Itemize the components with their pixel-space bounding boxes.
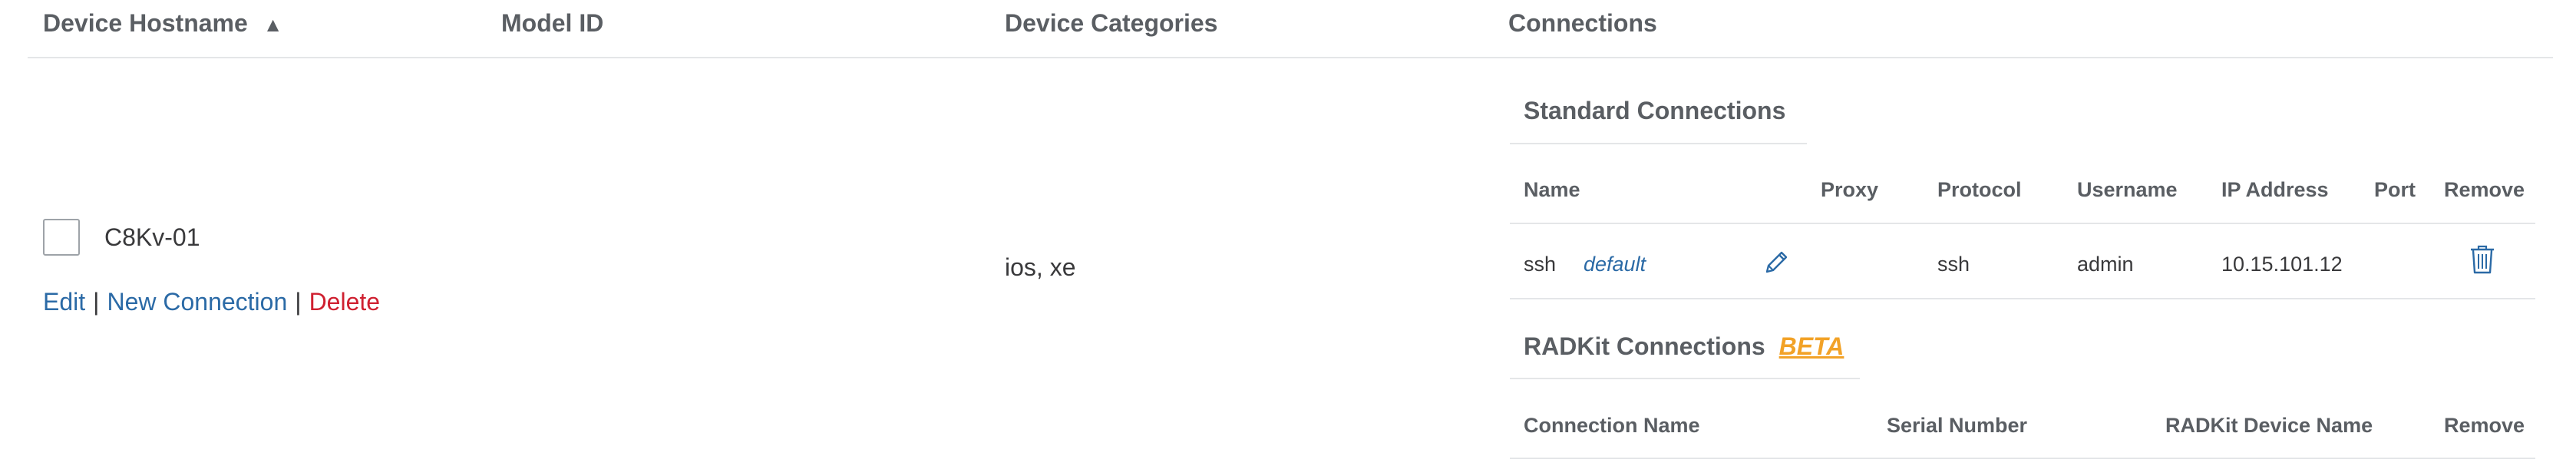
action-separator: | — [93, 288, 100, 316]
trash-icon[interactable] — [2469, 244, 2496, 279]
std-header-ip-address: IP Address — [2221, 178, 2329, 201]
std-conn-protocol: ssh — [1937, 253, 1970, 276]
std-header-proxy: Proxy — [1821, 178, 1879, 201]
radkit-header-device-name: RADKit Device Name — [2165, 414, 2373, 437]
radkit-connections-title: RADKit Connections BETA — [1524, 332, 1844, 361]
default-connection-link[interactable]: default — [1584, 253, 1646, 276]
radkit-header-connection-name: Connection Name — [1524, 414, 1700, 437]
delete-link[interactable]: Delete — [309, 288, 381, 316]
standard-connections-title: Standard Connections — [1524, 97, 1786, 124]
std-header-username: Username — [2077, 178, 2178, 201]
standard-connections-title-underline — [1510, 143, 1807, 144]
std-row-divider — [1510, 298, 2535, 299]
radkit-connections-title-text: RADKit Connections — [1524, 332, 1765, 360]
std-header-protocol: Protocol — [1937, 178, 2022, 201]
radkit-header-serial-number: Serial Number — [1887, 414, 2028, 437]
edit-link[interactable]: Edit — [43, 288, 85, 316]
std-header-name: Name — [1524, 178, 1580, 201]
device-hostname: C8Kv-01 — [104, 223, 200, 251]
radkit-connections-title-underline — [1510, 378, 1860, 379]
new-connection-link[interactable]: New Connection — [107, 288, 287, 316]
sort-ascending-icon[interactable]: ▲ — [263, 13, 283, 36]
table-header-row: Device Hostname ▲ Model ID Device Categor… — [28, 0, 2553, 58]
std-header-remove: Remove — [2444, 178, 2525, 201]
radkit-header-remove: Remove — [2444, 414, 2525, 437]
row-select-checkbox[interactable] — [43, 219, 80, 256]
device-categories: ios, xe — [1005, 253, 1076, 281]
beta-badge[interactable]: BETA — [1779, 332, 1844, 360]
column-header-hostname[interactable]: Device Hostname ▲ — [43, 9, 283, 38]
std-conn-username: admin — [2077, 253, 2134, 276]
column-header-connections: Connections — [1508, 9, 1657, 37]
std-conn-ip-address: 10.15.101.12 — [2221, 253, 2343, 276]
pencil-icon[interactable] — [1761, 247, 1792, 282]
std-header-divider — [1510, 223, 2535, 224]
row-actions: Edit | New Connection | Delete — [43, 288, 380, 316]
radkit-header-divider — [1510, 458, 2535, 459]
action-separator: | — [295, 288, 302, 316]
column-header-categories[interactable]: Device Categories — [1005, 9, 1217, 38]
column-header-model-id[interactable]: Model ID — [501, 9, 603, 38]
std-conn-name: ssh — [1524, 253, 1557, 276]
std-header-port: Port — [2374, 178, 2416, 201]
column-header-hostname-label: Device Hostname — [43, 9, 248, 37]
